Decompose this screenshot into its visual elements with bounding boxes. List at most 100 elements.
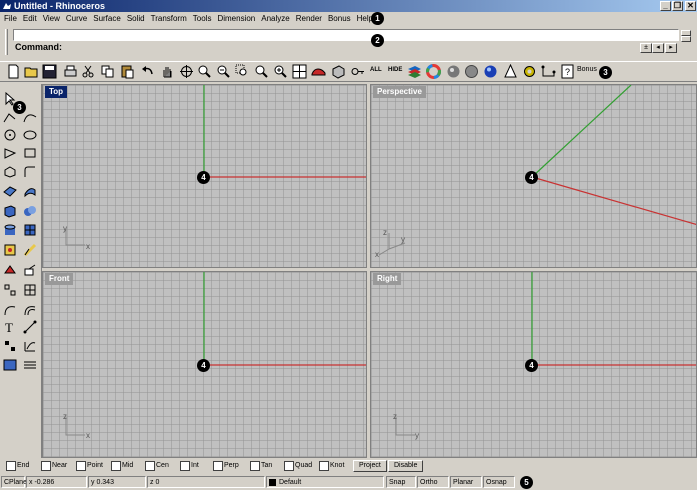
osnap-toggle[interactable]: Osnap	[483, 476, 515, 488]
move-icon[interactable]	[23, 263, 37, 277]
osnap-near[interactable]: Near	[41, 461, 67, 471]
close-button[interactable]: ✕	[685, 1, 696, 11]
rectangle-icon[interactable]	[23, 146, 37, 160]
render-window-icon[interactable]	[3, 358, 17, 372]
menu-transform[interactable]: Transform	[148, 12, 190, 26]
status-layer[interactable]: Default	[266, 476, 384, 488]
box-icon[interactable]	[331, 64, 346, 79]
command-history-button[interactable]: ±	[640, 43, 652, 53]
snap-toggle[interactable]: Snap	[386, 476, 416, 488]
render-sphere-icon[interactable]	[464, 64, 479, 79]
text-icon[interactable]: T	[3, 320, 17, 334]
menu-bonus[interactable]: Bonus	[325, 12, 354, 26]
ellipse-icon[interactable]	[23, 128, 37, 142]
new-icon[interactable]	[6, 64, 21, 79]
osnap-knot[interactable]: Knot	[319, 461, 344, 471]
help-icon[interactable]: ?	[560, 64, 575, 79]
restore-button[interactable]: ❐	[672, 1, 683, 11]
scroll-left-icon[interactable]: ◂	[652, 43, 664, 53]
menu-render[interactable]: Render	[293, 12, 325, 26]
save-icon[interactable]	[42, 64, 57, 79]
bonus-button[interactable]: Bonus	[577, 66, 597, 73]
viewports-4-icon[interactable]	[292, 64, 307, 79]
menu-dimension[interactable]: Dimension	[214, 12, 258, 26]
arc-icon[interactable]	[3, 146, 17, 160]
title-bar[interactable]: Untitled - Rhinoceros _ ❐ ✕	[0, 0, 697, 12]
menu-file[interactable]: File	[0, 12, 20, 26]
array-icon[interactable]	[3, 283, 17, 297]
fillet-icon[interactable]	[23, 165, 37, 179]
zoom-dynamic-icon[interactable]	[216, 64, 231, 79]
transform-icon[interactable]	[3, 263, 17, 277]
undo-icon[interactable]	[140, 64, 155, 79]
command-line[interactable]: Command:	[13, 42, 633, 54]
viewport-right[interactable]: Right z y 4	[370, 271, 697, 458]
boolean-icon[interactable]	[23, 204, 37, 218]
grid-array-icon[interactable]	[23, 283, 37, 297]
dimension-linear-icon[interactable]	[23, 320, 37, 334]
menu-edit[interactable]: Edit	[20, 12, 40, 26]
zoom-selected-icon[interactable]	[273, 64, 288, 79]
layer-icon[interactable]	[407, 64, 422, 79]
point-cloud-icon[interactable]	[3, 243, 17, 257]
sphere-shaded-icon[interactable]	[446, 64, 461, 79]
menu-tools[interactable]: Tools	[190, 12, 215, 26]
osnap-cen[interactable]: Cen	[145, 461, 169, 471]
gear-icon[interactable]	[522, 64, 537, 79]
show-all-button[interactable]: ALL	[370, 67, 382, 73]
menu-curve[interactable]: Curve	[63, 12, 90, 26]
open-icon[interactable]	[24, 64, 39, 79]
disable-button[interactable]: Disable	[388, 460, 424, 472]
copy-icon[interactable]	[100, 64, 115, 79]
cylinder-icon[interactable]	[3, 223, 17, 237]
mesh-icon[interactable]	[23, 223, 37, 237]
zoom-window-icon[interactable]	[235, 64, 250, 79]
key-icon[interactable]	[350, 64, 365, 79]
offset-icon[interactable]	[23, 303, 37, 317]
color-wheel-icon[interactable]	[426, 64, 441, 79]
hide-button[interactable]: HIDE	[388, 67, 402, 73]
ortho-toggle[interactable]: Ortho	[417, 476, 449, 488]
minimize-button[interactable]: _	[660, 1, 671, 11]
pan-icon[interactable]	[160, 64, 175, 79]
status-cplane[interactable]: CPlane	[1, 476, 27, 488]
dimension-icon[interactable]	[541, 64, 556, 79]
osnap-end[interactable]: End	[6, 461, 29, 471]
cut-icon[interactable]	[81, 64, 96, 79]
analyze-icon[interactable]	[23, 339, 37, 353]
menu-solid[interactable]: Solid	[124, 12, 148, 26]
scroll-right-icon[interactable]: ▸	[665, 43, 677, 53]
menu-analyze[interactable]: Analyze	[258, 12, 292, 26]
history-scroll-down[interactable]	[681, 36, 691, 42]
planar-toggle[interactable]: Planar	[450, 476, 482, 488]
circle-icon[interactable]	[3, 128, 17, 142]
edit-points-icon[interactable]	[23, 243, 37, 257]
command-grip[interactable]	[5, 29, 8, 55]
command-history[interactable]	[13, 29, 679, 41]
car-icon[interactable]	[311, 64, 326, 79]
osnap-int[interactable]: Int	[180, 461, 199, 471]
viewport-perspective[interactable]: Perspective z y x 4	[370, 84, 697, 268]
zoom-icon[interactable]	[197, 64, 212, 79]
rotate-view-icon[interactable]	[179, 64, 194, 79]
environment-sphere-icon[interactable]	[483, 64, 498, 79]
blend-icon[interactable]	[3, 303, 17, 317]
viewport-top[interactable]: Top y x 4	[42, 84, 367, 268]
project-button[interactable]: Project	[353, 460, 387, 472]
osnap-quad[interactable]: Quad	[284, 461, 312, 471]
surface-icon[interactable]	[3, 184, 17, 198]
osnap-mid[interactable]: Mid	[111, 461, 133, 471]
paste-icon[interactable]	[120, 64, 135, 79]
extrude-surface-icon[interactable]	[23, 184, 37, 198]
layers-icon[interactable]	[23, 358, 37, 372]
osnap-perp[interactable]: Perp	[213, 461, 239, 471]
osnap-point[interactable]: Point	[76, 461, 103, 471]
solid-box-icon[interactable]	[3, 204, 17, 218]
polygon-icon[interactable]	[3, 165, 17, 179]
curve-icon[interactable]	[23, 110, 37, 124]
osnap-tan[interactable]: Tan	[250, 461, 272, 471]
print-icon[interactable]	[63, 64, 78, 79]
menu-surface[interactable]: Surface	[90, 12, 124, 26]
zoom-extents-icon[interactable]	[254, 64, 269, 79]
viewport-front[interactable]: Front z x 4	[42, 271, 367, 458]
